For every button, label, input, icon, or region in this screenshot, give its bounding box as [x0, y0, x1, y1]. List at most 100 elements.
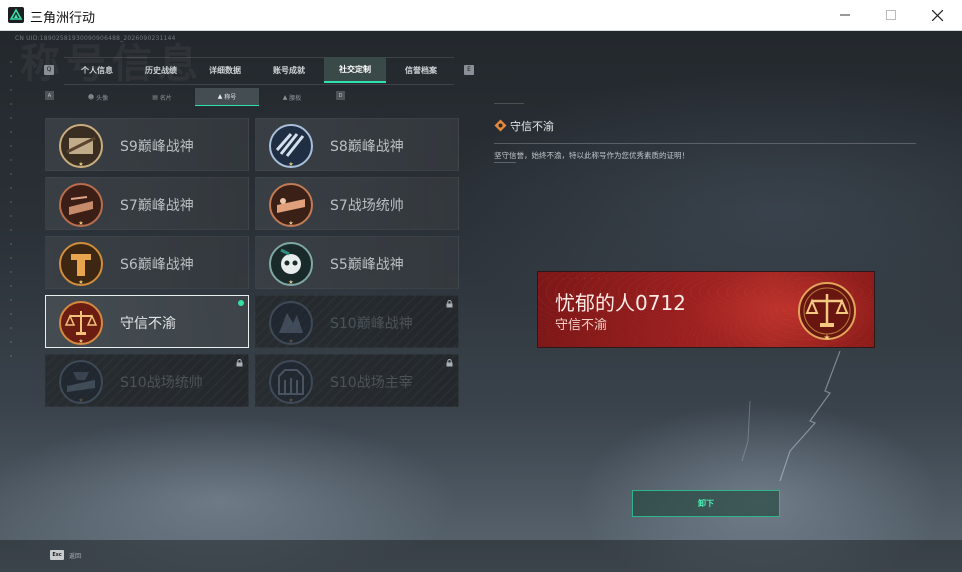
nameplate-title: 守信不渝 — [555, 318, 608, 333]
title-card-s10-dominator[interactable]: ★ S10战场主宰 — [255, 354, 459, 407]
svg-text:★: ★ — [78, 338, 83, 345]
title-detail-name: 守信不渝 — [510, 120, 554, 133]
nameplate-preview: · · · · · · · · · 忧郁的人0712 守信不渝 ★ — [538, 272, 874, 347]
subtab-plate-label: 腰板 — [289, 94, 302, 102]
maximize-button[interactable] — [868, 0, 914, 30]
title-detail-icon — [494, 119, 507, 132]
lock-icon — [446, 359, 453, 367]
tab-next-key-label: E — [467, 66, 471, 73]
maximize-icon — [886, 10, 896, 20]
s7-peak-badge-icon: ★ — [59, 183, 103, 227]
tab-next-key[interactable]: E — [464, 65, 474, 75]
svg-text:★: ★ — [288, 397, 293, 404]
tab-social-custom[interactable]: 社交定制 — [324, 57, 386, 83]
title-card-s7-peak[interactable]: ★ S7巅峰战神 — [45, 177, 249, 230]
title-card-label: S5巅峰战神 — [330, 257, 404, 273]
title-grid: ★ S9巅峰战神 ★ S8巅峰战神 ★ S7巅峰战神 ★ S7战场统帅 ★ S6… — [45, 118, 460, 407]
svg-text:★: ★ — [823, 333, 830, 342]
s10-dominator-badge-icon: ★ — [269, 360, 313, 404]
tab-detailed-data[interactable]: 详细数据 — [194, 57, 256, 83]
title-card-label: S7巅峰战神 — [120, 198, 194, 214]
s8-badge-icon: ★ — [269, 124, 313, 168]
title-card-label: S8巅峰战神 — [330, 139, 404, 155]
svg-text:★: ★ — [78, 161, 83, 168]
subtab-plate[interactable]: ▲ 腰板 — [260, 88, 324, 106]
title-card-label: 守信不渝 — [120, 316, 176, 332]
subtab-card[interactable]: ▤ 名片 — [130, 88, 194, 106]
scales-icon: ★ — [798, 282, 856, 342]
subtab-avatar[interactable]: ☻ 头像 — [66, 88, 130, 106]
s6-badge-icon: ★ — [59, 242, 103, 286]
svg-text:★: ★ — [78, 397, 83, 404]
close-icon — [931, 9, 943, 21]
s10-peak-badge-icon: ★ — [269, 301, 313, 345]
nameplate-dots: · · · · · · · · · — [548, 276, 610, 282]
title-card-s9-peak[interactable]: ★ S9巅峰战神 — [45, 118, 249, 171]
title-card-label: S9巅峰战神 — [120, 139, 194, 155]
svg-text:★: ★ — [78, 279, 83, 286]
nameplate-player-name: 忧郁的人0712 — [555, 291, 686, 315]
title-card-s6-peak[interactable]: ★ S6巅峰战神 — [45, 236, 249, 289]
detail-decoration — [494, 103, 524, 104]
title-card-s10-commander[interactable]: ★ S10战场统帅 — [45, 354, 249, 407]
s9-badge-icon: ★ — [59, 124, 103, 168]
equipped-indicator — [238, 300, 244, 306]
s5-badge-icon: ★ — [269, 242, 313, 286]
title-card-label: S6巅峰战神 — [120, 257, 194, 273]
svg-text:★: ★ — [288, 338, 293, 345]
player-uid: CN UID:18902581930090906488_202609023114… — [15, 35, 176, 42]
subtab-title[interactable]: ▲ 称号 — [195, 88, 259, 106]
window-titlebar: 三角洲行动 — [0, 0, 962, 31]
esc-key[interactable]: Esc — [50, 550, 64, 560]
title-card-label: S10战场主宰 — [330, 375, 413, 391]
detail-divider — [494, 143, 916, 144]
svg-text:★: ★ — [288, 279, 293, 286]
bottom-bar: Esc 返回 — [0, 540, 962, 572]
title-card-s8-peak[interactable]: ★ S8巅峰战神 — [255, 118, 459, 171]
minimize-button[interactable] — [822, 0, 868, 30]
back-label[interactable]: 返回 — [69, 551, 81, 560]
window-title: 三角洲行动 — [30, 11, 96, 26]
title-detail-description: 坚守信誉，始终不渝，特以此称号作为您优秀素质的证明！ — [494, 151, 689, 160]
title-card-keep-faith[interactable]: ★ 守信不渝 — [45, 295, 249, 348]
app-logo-icon — [8, 7, 24, 23]
subtab-next-key-label: D — [338, 92, 343, 99]
subtab-prev-key-label: A — [47, 92, 52, 99]
tab-prev-key-label: Q — [46, 66, 52, 73]
tab-match-history[interactable]: 历史战绩 — [130, 57, 192, 83]
title-card-label: S7战场统帅 — [330, 198, 404, 214]
close-button[interactable] — [914, 0, 960, 30]
unequip-button[interactable]: 卸下 — [632, 490, 780, 517]
card-icon: ▤ — [152, 93, 160, 101]
subtab-prev-key[interactable]: A — [45, 91, 54, 100]
left-rail-decoration — [10, 61, 12, 361]
title-card-label: S10战场统帅 — [120, 375, 203, 391]
minimize-icon — [840, 14, 850, 16]
subtab-title-label: 称号 — [224, 94, 237, 101]
lock-icon — [236, 359, 243, 367]
detail-underline — [494, 162, 516, 163]
s10-commander-badge-icon: ★ — [59, 360, 103, 404]
svg-text:★: ★ — [288, 220, 293, 227]
tab-achievements[interactable]: 账号成就 — [258, 57, 320, 83]
title-card-s7-commander[interactable]: ★ S7战场统帅 — [255, 177, 459, 230]
tab-credit-record[interactable]: 信誉档案 — [390, 57, 452, 83]
s7-commander-badge-icon: ★ — [269, 183, 313, 227]
main-tabs: Q 个人信息 历史战绩 详细数据 账号成就 社交定制 信誉档案 E — [44, 57, 476, 85]
tab-prev-key[interactable]: Q — [44, 65, 54, 75]
subtab-next-key[interactable]: D — [336, 91, 345, 100]
title-card-s10-peak[interactable]: ★ S10巅峰战神 — [255, 295, 459, 348]
svg-text:★: ★ — [288, 161, 293, 168]
tab-personal-info[interactable]: 个人信息 — [66, 57, 128, 83]
title-card-s5-peak[interactable]: ★ S5巅峰战神 — [255, 236, 459, 289]
sub-tabs: A ☻ 头像 ▤ 名片 ▲ 称号 ▲ 腰板 D — [44, 88, 354, 106]
lock-icon — [446, 300, 453, 308]
game-viewport: 称号信息 CN UID:18902581930090906488_2026090… — [0, 31, 962, 572]
svg-text:★: ★ — [78, 220, 83, 227]
lightning-decoration — [741, 351, 841, 481]
subtab-avatar-label: 头像 — [96, 94, 109, 102]
scales-icon: ★ — [59, 301, 103, 345]
title-card-label: S10巅峰战神 — [330, 316, 413, 332]
person-icon: ☻ — [87, 93, 97, 101]
subtab-card-label: 名片 — [159, 94, 172, 102]
